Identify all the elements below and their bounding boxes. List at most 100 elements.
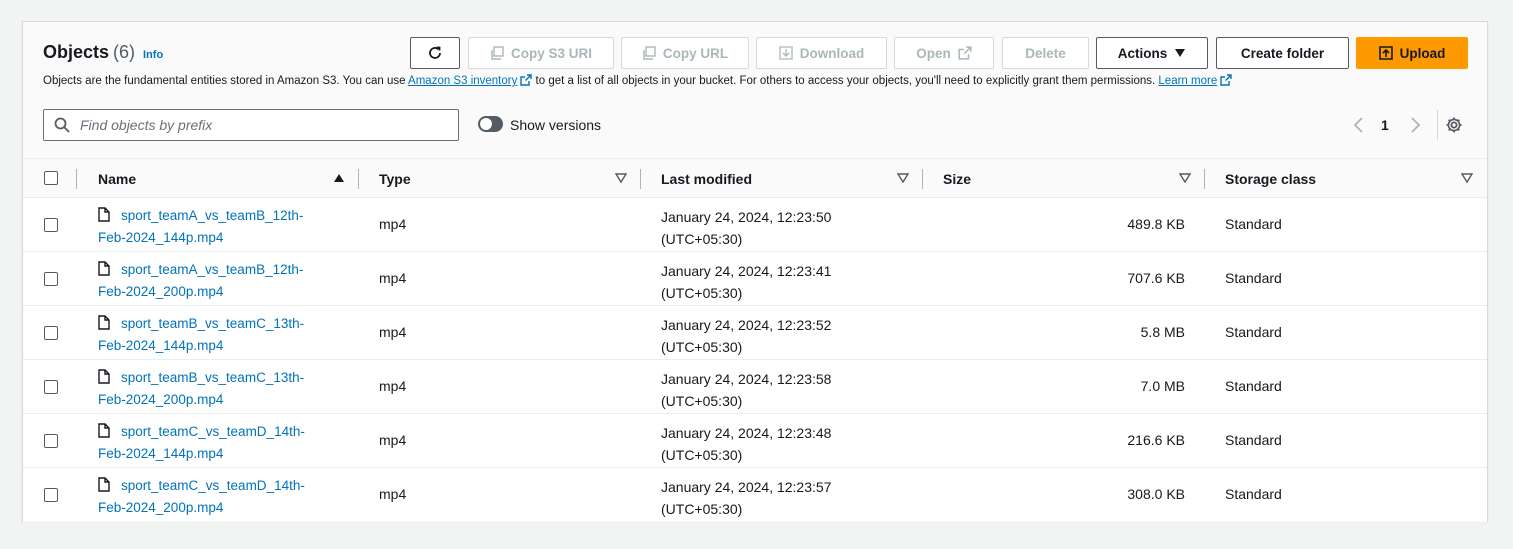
download-label: Download (799, 45, 865, 61)
sort-icon[interactable] (897, 173, 909, 183)
object-name-link[interactable]: Feb-2024_144p.mp4 (98, 335, 223, 357)
object-name-link[interactable]: sport_teamC_vs_teamD_14th- (121, 475, 305, 497)
download-icon (779, 46, 793, 60)
object-size: 489.8 KB (1127, 216, 1185, 232)
previous-page-icon[interactable] (1351, 116, 1367, 134)
copy-url-button[interactable]: Copy URL (621, 37, 749, 69)
copy-s3-uri-label: Copy S3 URI (510, 45, 592, 61)
upload-label: Upload (1399, 45, 1446, 61)
row-checkbox[interactable] (44, 272, 58, 286)
gear-icon[interactable] (1445, 116, 1463, 134)
timezone: (UTC+05:30) (661, 339, 743, 355)
object-size: 707.6 KB (1127, 270, 1185, 286)
last-modified: January 24, 2024, 12:23:57 (661, 479, 832, 495)
table-row[interactable]: sport_teamC_vs_teamD_14th- Feb-2024_144p… (23, 414, 1487, 468)
objects-heading: Objects (6) (43, 42, 135, 63)
show-versions-label: Show versions (510, 117, 602, 133)
delete-label: Delete (1025, 45, 1066, 61)
object-name-link[interactable]: Feb-2024_200p.mp4 (98, 389, 223, 411)
row-checkbox[interactable] (44, 380, 58, 394)
object-name-link[interactable]: sport_teamC_vs_teamD_14th- (121, 421, 305, 443)
table-row[interactable]: sport_teamB_vs_teamC_13th- Feb-2024_144p… (23, 306, 1487, 360)
external-link-icon (520, 74, 533, 86)
search-input[interactable] (78, 116, 438, 134)
table-header: Name Type Last modified Size Storage cla… (23, 158, 1487, 198)
description-text: Objects are the fundamental entities sto… (43, 75, 409, 87)
upload-icon (1378, 46, 1393, 60)
column-divider (76, 169, 77, 189)
copy-url-label: Copy URL (662, 45, 729, 61)
timezone: (UTC+05:30) (661, 285, 743, 301)
open-label: Open (916, 45, 951, 61)
row-checkbox[interactable] (44, 326, 58, 340)
page-title: Objects (43, 42, 110, 62)
delete-button[interactable]: Delete (1002, 37, 1089, 69)
object-name-link[interactable]: Feb-2024_200p.mp4 (98, 497, 223, 519)
sort-icon[interactable] (615, 173, 627, 183)
object-name-link[interactable]: sport_teamB_vs_teamC_13th- (121, 367, 304, 389)
create-folder-label: Create folder (1240, 45, 1325, 61)
column-header-last-modified[interactable]: Last modified (661, 171, 752, 187)
object-type: mp4 (379, 432, 407, 448)
copy-icon (491, 46, 504, 60)
last-modified: January 24, 2024, 12:23:41 (661, 263, 832, 279)
column-header-size[interactable]: Size (943, 171, 971, 187)
object-name-link[interactable]: Feb-2024_200p.mp4 (98, 281, 223, 303)
object-name-link[interactable]: sport_teamA_vs_teamB_12th- (121, 259, 303, 281)
table-row[interactable]: sport_teamC_vs_teamD_14th- Feb-2024_200p… (23, 468, 1487, 522)
create-folder-button[interactable]: Create folder (1216, 37, 1349, 69)
object-name-link[interactable]: sport_teamB_vs_teamC_13th- (121, 313, 304, 335)
info-link[interactable]: Info (143, 49, 163, 61)
file-icon (98, 207, 110, 222)
row-checkbox[interactable] (44, 218, 58, 232)
actions-dropdown[interactable]: Actions (1096, 37, 1208, 69)
table-row[interactable]: sport_teamB_vs_teamC_13th- Feb-2024_200p… (23, 360, 1487, 414)
file-icon (98, 261, 110, 276)
next-page-icon[interactable] (1407, 116, 1423, 134)
refresh-icon (429, 46, 441, 59)
last-modified: January 24, 2024, 12:23:48 (661, 425, 832, 441)
upload-button[interactable]: Upload (1356, 37, 1468, 69)
object-name-link[interactable]: Feb-2024_144p.mp4 (98, 227, 223, 249)
file-icon (98, 477, 110, 492)
refresh-button[interactable] (410, 37, 460, 69)
object-type: mp4 (379, 324, 407, 340)
search-icon (54, 117, 70, 133)
timezone: (UTC+05:30) (661, 447, 743, 463)
object-size: 308.0 KB (1127, 486, 1185, 502)
sort-icon[interactable] (1461, 173, 1473, 183)
select-all-checkbox[interactable] (44, 171, 58, 185)
search-box[interactable] (43, 109, 459, 141)
storage-class: Standard (1225, 432, 1282, 448)
last-modified: January 24, 2024, 12:23:52 (661, 317, 832, 333)
current-page[interactable]: 1 (1381, 117, 1389, 133)
row-checkbox[interactable] (44, 488, 58, 502)
object-count: (6) (113, 42, 136, 62)
column-header-storage-class[interactable]: Storage class (1225, 171, 1316, 187)
timezone: (UTC+05:30) (661, 501, 743, 517)
object-type: mp4 (379, 378, 407, 394)
object-type: mp4 (379, 486, 407, 502)
description-text-2: to get a list of all objects in your buc… (532, 75, 1159, 87)
open-button[interactable]: Open (894, 37, 994, 69)
object-name-link[interactable]: sport_teamA_vs_teamB_12th- (121, 205, 303, 227)
object-name-link[interactable]: Feb-2024_144p.mp4 (98, 443, 223, 465)
column-divider (358, 169, 359, 189)
learn-more-link[interactable]: Learn more (1158, 75, 1217, 87)
description: Objects are the fundamental entities sto… (43, 74, 1232, 87)
column-header-type[interactable]: Type (379, 171, 411, 187)
row-checkbox[interactable] (44, 434, 58, 448)
storage-class: Standard (1225, 378, 1282, 394)
sort-ascending-icon[interactable] (333, 173, 345, 183)
column-divider (640, 169, 641, 189)
download-button[interactable]: Download (756, 37, 887, 69)
table-row[interactable]: sport_teamA_vs_teamB_12th- Feb-2024_144p… (23, 198, 1487, 252)
column-header-name[interactable]: Name (98, 171, 136, 187)
show-versions-toggle[interactable] (478, 116, 503, 132)
table-row[interactable]: sport_teamA_vs_teamB_12th- Feb-2024_200p… (23, 252, 1487, 306)
sort-icon[interactable] (1179, 173, 1191, 183)
storage-class: Standard (1225, 270, 1282, 286)
s3-inventory-link[interactable]: Amazon S3 inventory (408, 75, 517, 87)
copy-s3-uri-button[interactable]: Copy S3 URI (468, 37, 614, 69)
object-type: mp4 (379, 270, 407, 286)
